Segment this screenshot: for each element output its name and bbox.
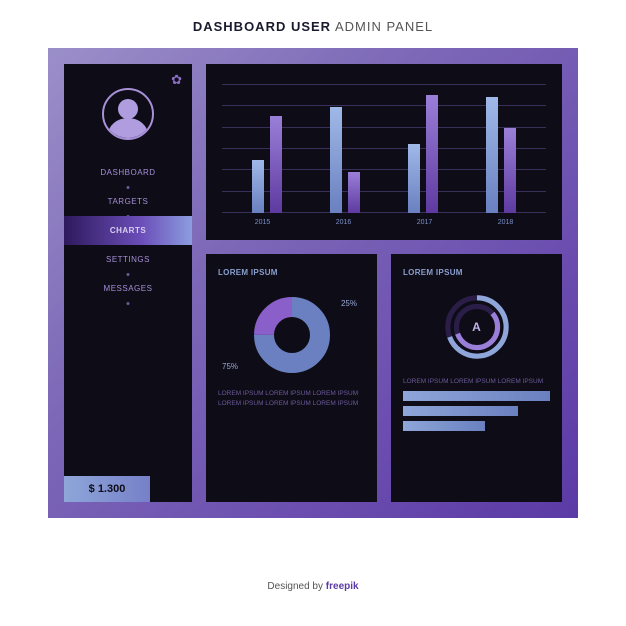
sidebar: ✿ DASHBOARD TARGETS CHARTS SETTINGS MESS… [64, 64, 192, 502]
bar-chart-xaxis: 2015 2016 2017 2018 [222, 213, 546, 226]
bar [504, 128, 516, 213]
page-title: DASHBOARD USER ADMIN PANEL [0, 0, 626, 48]
bar [348, 172, 360, 213]
widget-text: LOREM IPSUM LOREM IPSUM LOREM IPSUM LORE… [218, 389, 365, 409]
widget-text: LOREM IPSUM LOREM IPSUM LOREM IPSUM [403, 377, 550, 387]
x-tick: 2018 [498, 219, 514, 226]
h-bar [403, 421, 485, 431]
donut-pct-b: 75% [222, 362, 238, 371]
widget-title: LOREM IPSUM [403, 268, 550, 277]
bar [426, 95, 438, 213]
balance-badge: $ 1.300 [64, 476, 150, 502]
ring-label: A [472, 320, 481, 334]
gear-icon[interactable]: ✿ [171, 72, 182, 88]
main-area: 2015 2016 2017 2018 LOREM IPSUM 25% 75% LOR… [206, 64, 562, 502]
h-bar [403, 406, 518, 416]
bar [408, 144, 420, 213]
donut-chart: 25% 75% [218, 293, 365, 377]
bar [270, 116, 282, 213]
widget-title: LOREM IPSUM [218, 268, 365, 277]
ring-widget: LOREM IPSUM A LOREM IPSUM LOREM IPSUM LO… [391, 254, 562, 502]
nav-messages[interactable]: MESSAGES [64, 274, 192, 303]
bar-chart [222, 78, 546, 213]
footer-credit: Designed by freepik [0, 581, 626, 592]
dashboard-panel: ✿ DASHBOARD TARGETS CHARTS SETTINGS MESS… [48, 48, 578, 518]
bar [252, 160, 264, 213]
nav-charts[interactable]: CHARTS [64, 216, 192, 245]
bar [486, 97, 498, 213]
nav-settings[interactable]: SETTINGS [64, 245, 192, 274]
x-tick: 2015 [255, 219, 271, 226]
bar-chart-card: 2015 2016 2017 2018 [206, 64, 562, 240]
horizontal-bars [403, 391, 550, 431]
nav-dashboard[interactable]: DASHBOARD [64, 158, 192, 187]
x-tick: 2017 [417, 219, 433, 226]
bar [330, 107, 342, 213]
donut-widget: LOREM IPSUM 25% 75% LOREM IPSUM LOREM IP… [206, 254, 377, 502]
avatar[interactable] [102, 88, 154, 140]
nav-menu: DASHBOARD TARGETS CHARTS SETTINGS MESSAG… [64, 158, 192, 303]
h-bar [403, 391, 550, 401]
nav-targets[interactable]: TARGETS [64, 187, 192, 216]
ring-chart: A [403, 291, 550, 363]
donut-pct-a: 25% [341, 299, 357, 308]
x-tick: 2016 [336, 219, 352, 226]
